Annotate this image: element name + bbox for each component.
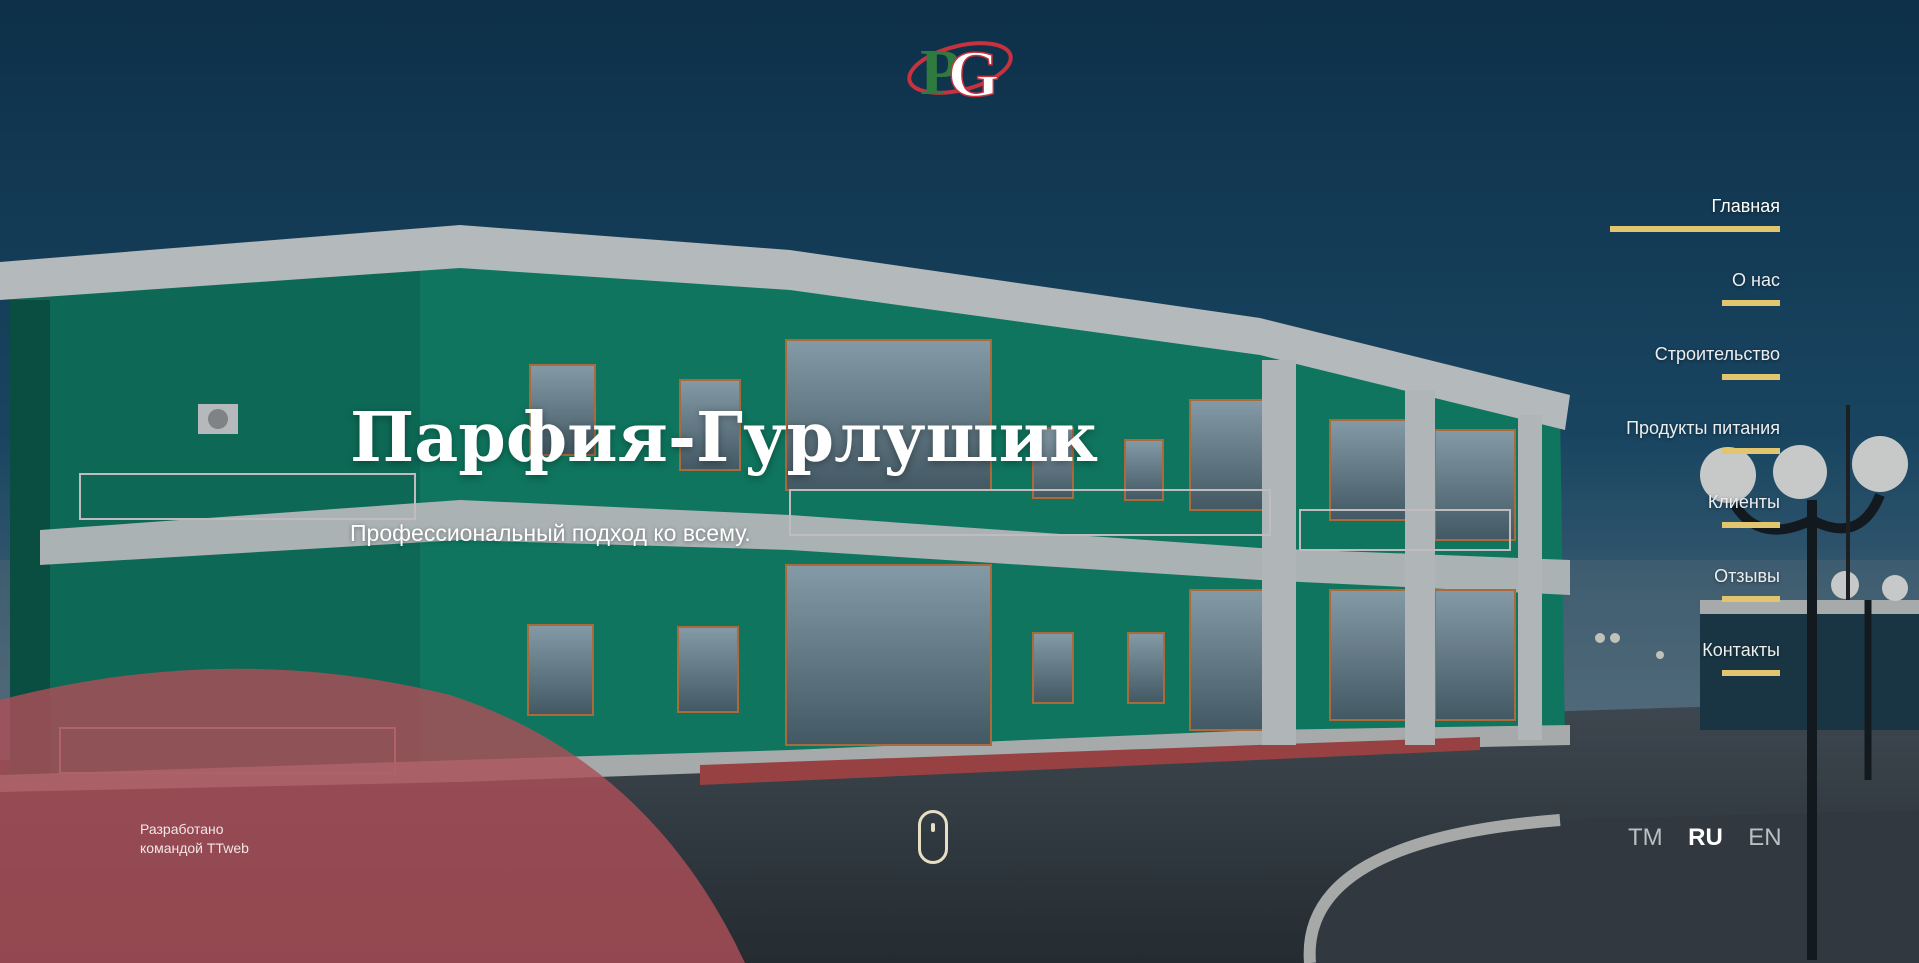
nav-underline [1722,300,1780,306]
language-switcher: TM RU EN [1628,824,1803,852]
nav-item-home[interactable]: Главная [1520,196,1780,270]
nav-item-label: Продукты питания [1626,418,1780,438]
nav-underline [1722,670,1780,676]
nav-item-label: Отзывы [1714,566,1780,586]
nav-item-label: Клиенты [1707,492,1780,512]
credit-line-1: Разработано [140,821,224,837]
nav-item-about[interactable]: О нас [1520,270,1780,344]
nav-item-label: О нас [1732,270,1780,290]
mouse-icon[interactable] [918,810,948,864]
nav-underline [1722,374,1780,380]
nav-item-reviews[interactable]: Отзывы [1520,566,1780,640]
nav-item-food-products[interactable]: Продукты питания [1520,418,1780,492]
nav-item-label: Строительство [1654,344,1780,364]
lang-ru[interactable]: RU [1688,824,1723,852]
nav-item-label: Главная [1711,196,1780,216]
nav-active-underline [1610,226,1780,232]
main-navigation: Главная О нас Строительство Продукты пит… [1520,196,1780,714]
lang-tm[interactable]: TM [1628,824,1663,852]
nav-underline [1722,448,1780,454]
nav-item-label: Контакты [1702,640,1780,660]
pg-logo[interactable]: P G [902,24,1018,106]
nav-item-contacts[interactable]: Контакты [1520,640,1780,714]
nav-underline [1722,522,1780,528]
svg-text:G: G [948,38,999,106]
hero-subtitle: Профессиональный подход ко всему. [350,520,751,546]
nav-item-construction[interactable]: Строительство [1520,344,1780,418]
mouse-wheel [931,823,935,832]
nav-underline [1722,596,1780,602]
nav-item-clients[interactable]: Клиенты [1520,492,1780,566]
developer-credit[interactable]: Разработано командой TTweb [140,820,249,858]
hero-title: Парфия-Гурлушик [350,398,1099,478]
credit-line-2: командой TTweb [140,840,249,856]
lang-en[interactable]: EN [1748,824,1781,852]
